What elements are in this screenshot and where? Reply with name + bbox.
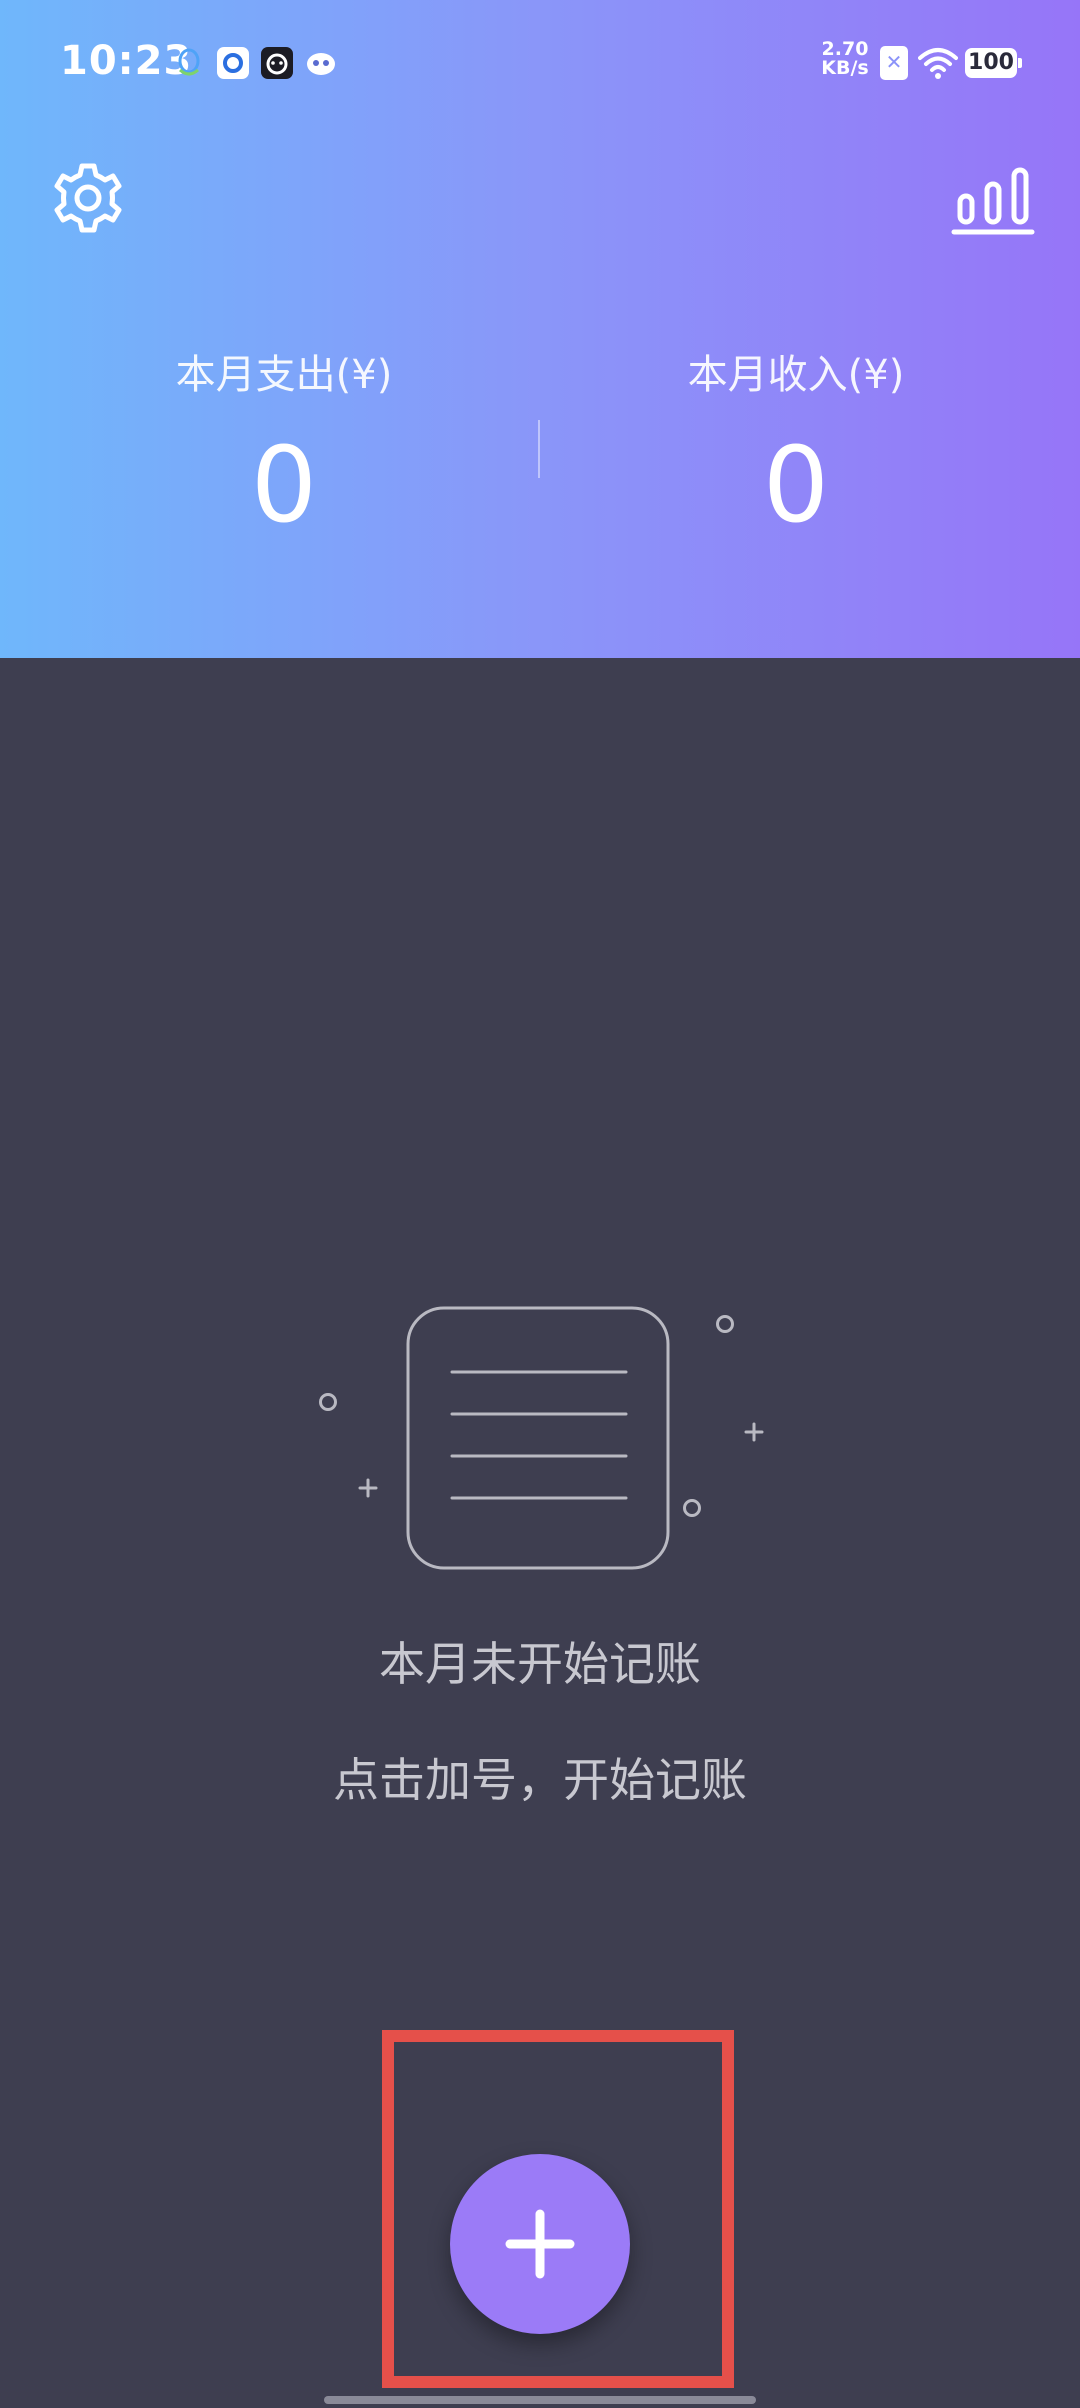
gear-icon[interactable] xyxy=(48,158,128,238)
wifi-icon xyxy=(918,48,958,79)
add-record-button[interactable] xyxy=(450,2154,630,2334)
header-summary-panel: 10:23 2.70 KB/s ✕ 100 本月支出(¥) 0 本月收入(¥) … xyxy=(0,0,1080,658)
expense-summary: 本月支出(¥) 0 xyxy=(74,345,494,545)
bar-chart-icon[interactable] xyxy=(950,158,1036,238)
expense-value: 0 xyxy=(250,424,318,546)
status-bar: 10:23 2.70 KB/s ✕ 100 xyxy=(0,0,1080,130)
empty-state-hint: 点击加号，开始记账 xyxy=(333,1753,747,1807)
battery-tip xyxy=(1018,58,1022,68)
empty-ledger-icon xyxy=(319,1306,764,1570)
network-speed-unit: KB/s xyxy=(821,57,869,79)
battery-level: 100 xyxy=(968,50,1014,75)
network-speed: 2.70 KB/s xyxy=(818,40,872,78)
sim-icon: ✕ xyxy=(880,46,908,80)
plus-icon xyxy=(505,2209,575,2279)
battery-icon: 100 xyxy=(965,48,1017,78)
income-value: 0 xyxy=(762,424,830,546)
income-summary: 本月收入(¥) 0 xyxy=(586,345,1006,545)
app-icon xyxy=(217,47,249,79)
empty-state-title: 本月未开始记账 xyxy=(379,1637,701,1691)
sim-glyph: ✕ xyxy=(885,50,903,74)
expense-label: 本月支出(¥) xyxy=(175,352,393,398)
home-indicator[interactable] xyxy=(324,2396,756,2404)
app-icon xyxy=(307,53,335,75)
qq-icon xyxy=(178,48,200,76)
app-icon xyxy=(261,47,293,79)
income-label: 本月收入(¥) xyxy=(687,352,905,398)
summary-divider xyxy=(538,420,540,478)
